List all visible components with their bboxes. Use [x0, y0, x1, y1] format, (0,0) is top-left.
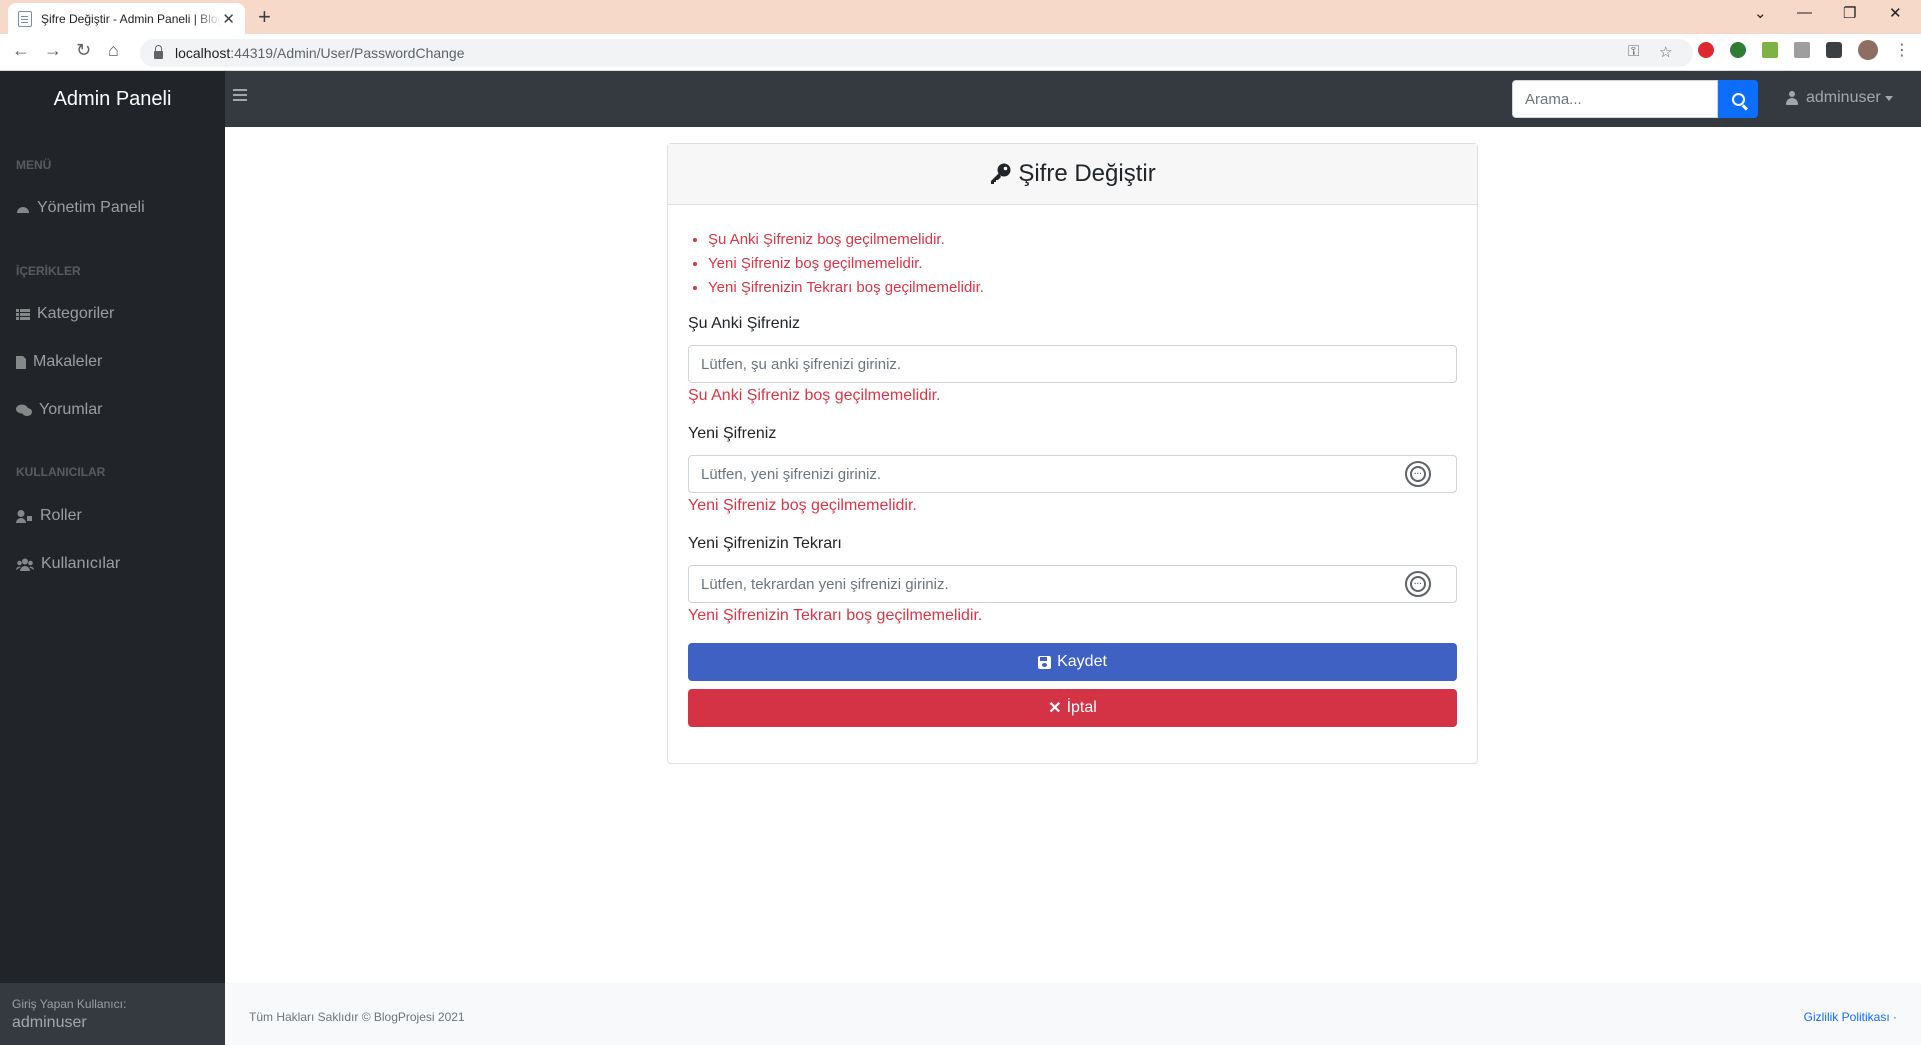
url-host: localhost [175, 45, 231, 61]
bookmark-star-icon[interactable]: ☆ [1659, 43, 1672, 61]
close-icon: ✕ [1048, 700, 1062, 717]
top-navbar: Admin Paneli adminuser [0, 71, 1921, 127]
profile-avatar[interactable] [1858, 40, 1878, 60]
page-favicon-icon [18, 10, 32, 27]
user-icon [1786, 91, 1798, 105]
navbar-brand[interactable]: Admin Paneli [0, 71, 225, 127]
password-manager-icon[interactable]: ··· [1405, 461, 1431, 487]
navbar-search [1512, 80, 1758, 118]
browser-toolbar: ← → ↻ ⌂ localhost :44319/Admin/User/Pass… [0, 34, 1921, 71]
save-icon [1038, 655, 1052, 669]
current-password-input[interactable] [688, 345, 1457, 383]
search-icon [1731, 92, 1745, 106]
opera-extension-icon[interactable] [1698, 42, 1714, 58]
home-icon[interactable]: ⌂ [108, 40, 119, 61]
sidebar-toggle-icon[interactable] [233, 89, 247, 101]
logged-in-label: Giriş Yapan Kullanıcı: [12, 997, 127, 1011]
list-icon [16, 308, 30, 321]
new-password-label: Yeni Şifreniz [688, 425, 777, 442]
extensions-puzzle-icon[interactable] [1826, 42, 1842, 58]
cancel-button-label: İptal [1066, 699, 1097, 716]
save-button-label: Kaydet [1057, 653, 1107, 670]
sidebar-item-articles[interactable]: Makaleler [16, 353, 102, 371]
new-password-input[interactable] [688, 455, 1457, 493]
chevron-down-icon [1884, 95, 1893, 101]
current-password-error: Şu Anki Şifreniz boş geçilmemelidir. [688, 387, 941, 404]
current-password-label: Şu Anki Şifreniz [688, 315, 801, 332]
logged-in-username: adminuser [12, 1014, 87, 1031]
key-icon [991, 163, 1011, 184]
tab-title: Şifre Değiştir - Admin Paneli | BlogProj… [41, 11, 221, 26]
forward-icon[interactable]: → [44, 40, 62, 61]
key-icon[interactable]: ⚿ [1628, 43, 1639, 60]
cancel-button[interactable]: ✕ İptal [688, 689, 1457, 727]
search-button[interactable] [1718, 80, 1758, 118]
restore-icon[interactable]: ❐ [1843, 4, 1856, 22]
validation-summary-item: Şu Anki Şifreniz boş geçilmemelidir. [708, 228, 984, 252]
validation-summary-item: Yeni Şifrenizin Tekrarı boş geçilmemelid… [708, 276, 984, 300]
address-bar[interactable]: localhost :44319/Admin/User/PasswordChan… [140, 39, 1693, 67]
tachometer-icon [16, 202, 30, 215]
copyright-text: Tüm Hakları Saklıdır © BlogProjesi 2021 [249, 1010, 465, 1024]
navbar-username: adminuser [1806, 89, 1881, 106]
lock-icon [154, 45, 163, 59]
sidebar-heading-contents: İÇERİKLER [16, 264, 81, 278]
password-change-card: Şifre Değiştir Şu Anki Şifreniz boş geçi… [667, 143, 1478, 764]
confirm-password-label: Yeni Şifrenizin Tekrarı [688, 535, 842, 552]
sidebar-footer: Giriş Yapan Kullanıcı: adminuser [0, 983, 225, 1045]
sidebar-item-label: Yorumlar [39, 401, 103, 418]
browser-tab[interactable]: Şifre Değiştir - Admin Paneli | BlogProj… [8, 3, 245, 34]
new-tab-icon[interactable]: + [258, 4, 271, 30]
tab-search-icon[interactable]: ⌄ [1754, 4, 1767, 22]
sidebar-item-dashboard[interactable]: Yönetim Paneli [16, 199, 145, 217]
arrow-extension-icon[interactable] [1762, 42, 1778, 58]
users-icon [16, 558, 34, 571]
sidebar: MENÜ Yönetim Paneli İÇERİKLER Kategorile… [0, 127, 225, 1045]
validation-summary-item: Yeni Şifreniz boş geçilmemelidir. [708, 252, 984, 276]
sidebar-item-label: Yönetim Paneli [37, 199, 145, 216]
window-close-icon[interactable]: ✕ [1889, 4, 1902, 22]
user-dropdown[interactable]: adminuser [1786, 89, 1893, 107]
browser-tabstrip: Şifre Değiştir - Admin Paneli | BlogProj… [0, 0, 1921, 34]
validation-summary: Şu Anki Şifreniz boş geçilmemelidir. Yen… [708, 228, 984, 300]
sidebar-heading-menu: MENÜ [16, 158, 52, 172]
sidebar-item-comments[interactable]: Yorumlar [16, 401, 102, 419]
browser-menu-icon[interactable]: ⋮ [1894, 40, 1910, 60]
sidebar-item-label: Kategoriler [37, 305, 115, 322]
sidebar-item-roles[interactable]: Roller [16, 507, 82, 525]
sidebar-item-users[interactable]: Kullanıcılar [16, 555, 120, 573]
user-tag-icon [16, 509, 33, 523]
sidebar-item-label: Makaleler [33, 353, 103, 370]
page-title: Şifre Değiştir [1018, 160, 1156, 187]
page-footer: Tüm Hakları Saklıdır © BlogProjesi 2021 … [225, 983, 1921, 1045]
help-extension-icon[interactable] [1794, 42, 1810, 58]
confirm-password-input[interactable] [688, 565, 1457, 603]
card-header: Şifre Değiştir [668, 144, 1477, 205]
url-path: :44319/Admin/User/PasswordChange [230, 45, 465, 61]
privacy-policy-link[interactable]: Gizlilik Politikası · [1804, 1010, 1897, 1024]
close-tab-icon[interactable]: ✕ [222, 10, 235, 28]
save-button[interactable]: Kaydet [688, 643, 1457, 681]
new-password-error: Yeni Şifreniz boş geçilmemelidir. [688, 497, 917, 514]
password-manager-icon[interactable]: ··· [1405, 571, 1431, 597]
confirm-password-error: Yeni Şifrenizin Tekrarı boş geçilmemelid… [688, 607, 983, 624]
file-icon [16, 355, 26, 369]
sidebar-item-label: Roller [40, 507, 82, 524]
comments-icon [16, 404, 32, 417]
reload-icon[interactable]: ↻ [76, 40, 91, 61]
vpn-extension-icon[interactable] [1730, 42, 1746, 58]
sidebar-heading-users: KULLANICILAR [16, 465, 106, 479]
sidebar-item-label: Kullanıcılar [41, 555, 121, 572]
search-input[interactable] [1512, 80, 1718, 118]
back-icon[interactable]: ← [12, 40, 30, 61]
minimize-icon[interactable]: — [1797, 4, 1812, 21]
sidebar-item-categories[interactable]: Kategoriler [16, 305, 114, 323]
